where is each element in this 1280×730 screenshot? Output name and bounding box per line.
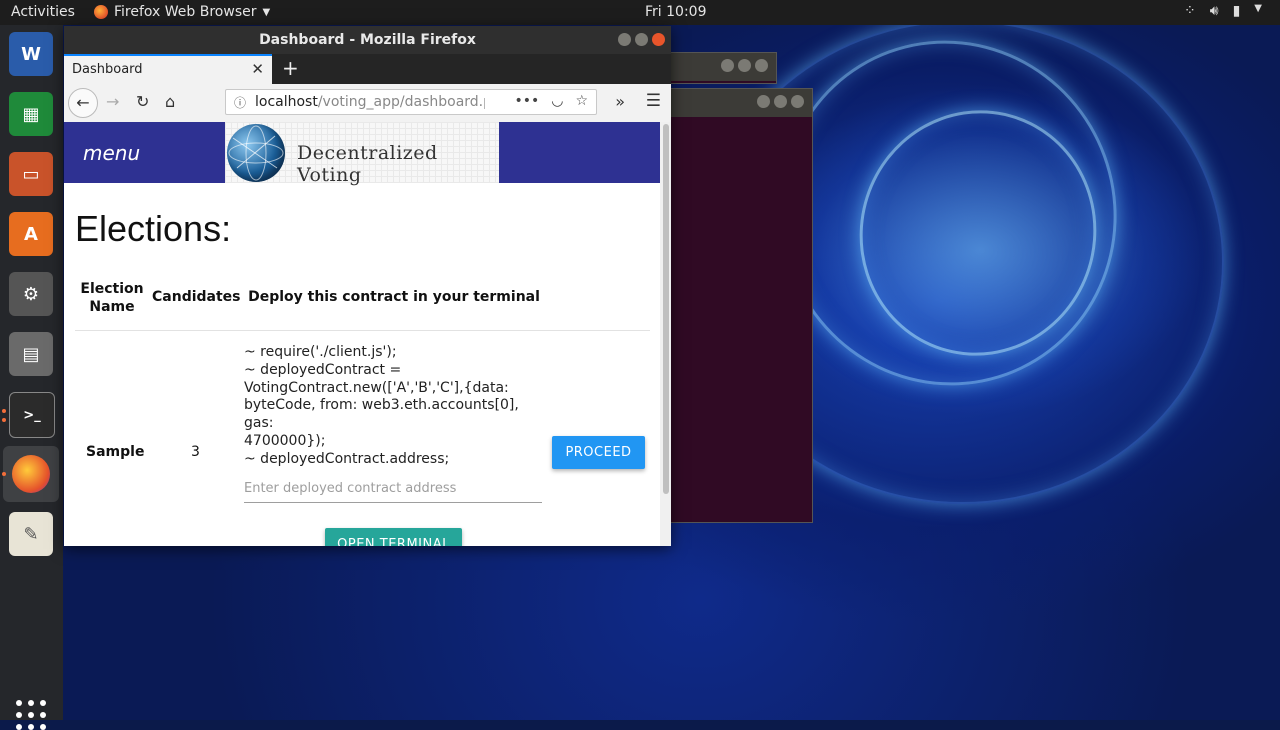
accessibility-icon[interactable]: ⁘	[1184, 3, 1196, 19]
code-line: ~ require('./client.js');	[244, 344, 397, 360]
clock[interactable]: Fri 10:09	[645, 4, 706, 20]
url-bar[interactable]: ⓘ localhost/voting_app/dashboard.php •••…	[225, 89, 597, 115]
info-icon[interactable]: ⓘ	[234, 94, 246, 111]
pocket-icon[interactable]: ◡	[551, 93, 563, 109]
reload-button[interactable]: ↻	[136, 92, 149, 111]
app-menu[interactable]: Firefox Web Browser ▼	[94, 4, 270, 20]
proceed-button[interactable]: PROCEED	[552, 436, 645, 469]
menu-link[interactable]: menu	[83, 141, 140, 165]
writer-icon[interactable]: W	[9, 32, 53, 76]
chevron-down-icon: ▼	[262, 6, 271, 18]
home-button[interactable]: ⌂	[165, 92, 175, 111]
running-indicator	[2, 409, 6, 413]
back-button[interactable]: ←	[68, 88, 98, 118]
minimize-button[interactable]	[618, 33, 631, 46]
column-header-deploy: Deploy this contract in your terminal	[248, 289, 540, 305]
forward-button[interactable]: →	[106, 92, 119, 111]
activities-button[interactable]: Activities	[11, 4, 75, 20]
tab-dashboard[interactable]: Dashboard ✕	[64, 54, 272, 84]
web-page: menu Decentralized Voting Elections: Ele…	[64, 122, 660, 546]
settings-icon[interactable]: ⚙	[9, 272, 53, 316]
new-tab-button[interactable]: +	[282, 56, 299, 80]
overflow-menu-icon[interactable]: »	[615, 92, 625, 111]
navigation-toolbar: ← → ↻ ⌂ ⓘ localhost/voting_app/dashboard…	[64, 84, 671, 123]
code-line: VotingContract.new(['A','B','C'],{data:	[244, 379, 509, 396]
deploy-code-block: ~ require('./client.js'); ~ deployedCont…	[244, 344, 544, 469]
firefox-dock-icon[interactable]	[3, 446, 59, 502]
app-menu-label: Firefox Web Browser	[114, 4, 257, 20]
top-bar: Activities Firefox Web Browser ▼ Fri 10:…	[0, 0, 1280, 25]
running-indicator	[2, 472, 6, 476]
terminal-window[interactable]	[660, 88, 813, 523]
firefox-icon	[94, 5, 108, 19]
dock: W ▦ ▭ A ⚙ ▤ >_ ✎	[0, 25, 63, 730]
code-line: byteCode, from: web3.eth.accounts[0], ga…	[244, 397, 519, 432]
text-editor-icon[interactable]: ✎	[9, 512, 53, 556]
firefox-window: Dashboard - Mozilla Firefox Dashboard ✕ …	[64, 26, 671, 546]
site-banner: Decentralized Voting	[225, 122, 499, 186]
hamburger-menu-icon[interactable]: ☰	[646, 91, 661, 111]
site-navbar: menu Decentralized Voting	[64, 122, 660, 186]
bookmark-star-icon[interactable]: ☆	[575, 93, 588, 109]
open-terminal-button[interactable]: OPEN TERMINAL	[325, 528, 462, 546]
maximize-button[interactable]	[635, 33, 648, 46]
chevron-down-icon[interactable]: ▼	[1254, 3, 1262, 19]
contract-address-input[interactable]	[244, 474, 542, 503]
window-title: Dashboard - Mozilla Firefox	[259, 32, 476, 48]
close-icon[interactable]: ✕	[251, 60, 264, 78]
election-name-cell: Sample	[86, 444, 145, 460]
terminal-icon[interactable]: >_	[9, 392, 55, 438]
column-header-candidates: Candidates	[152, 289, 241, 305]
table-divider	[75, 330, 650, 331]
banner-title: Decentralized Voting	[297, 142, 438, 186]
show-applications-icon[interactable]	[16, 700, 46, 730]
software-center-icon[interactable]: A	[9, 212, 53, 256]
code-line: 4700000});	[244, 432, 326, 449]
scrollbar-thumb[interactable]	[663, 124, 669, 494]
files-icon[interactable]: ▤	[9, 332, 53, 376]
globe-network-icon	[228, 125, 284, 181]
impress-icon[interactable]: ▭	[9, 152, 53, 196]
code-line: ~ deployedContract =	[244, 361, 402, 378]
code-line: ~ deployedContract.address;	[244, 450, 450, 467]
calc-icon[interactable]: ▦	[9, 92, 53, 136]
battery-icon[interactable]: ▮	[1233, 3, 1241, 19]
system-tray[interactable]: ⁘ 🔊︎ ▮ ▼	[1184, 3, 1262, 19]
url-text: localhost/voting_app/dashboard.php	[255, 94, 485, 110]
tab-label: Dashboard	[72, 62, 143, 77]
background-window[interactable]	[660, 52, 777, 84]
column-header-election-name: Election Name	[80, 281, 144, 315]
page-actions-icon[interactable]: •••	[514, 93, 539, 109]
window-titlebar[interactable]: Dashboard - Mozilla Firefox	[64, 26, 671, 54]
close-window-button[interactable]	[652, 33, 665, 46]
candidates-cell: 3	[191, 444, 200, 460]
running-indicator	[2, 418, 6, 422]
tab-strip: Dashboard ✕ +	[64, 54, 671, 84]
page-title: Elections:	[75, 208, 232, 249]
volume-icon[interactable]: 🔊︎	[1210, 3, 1219, 19]
